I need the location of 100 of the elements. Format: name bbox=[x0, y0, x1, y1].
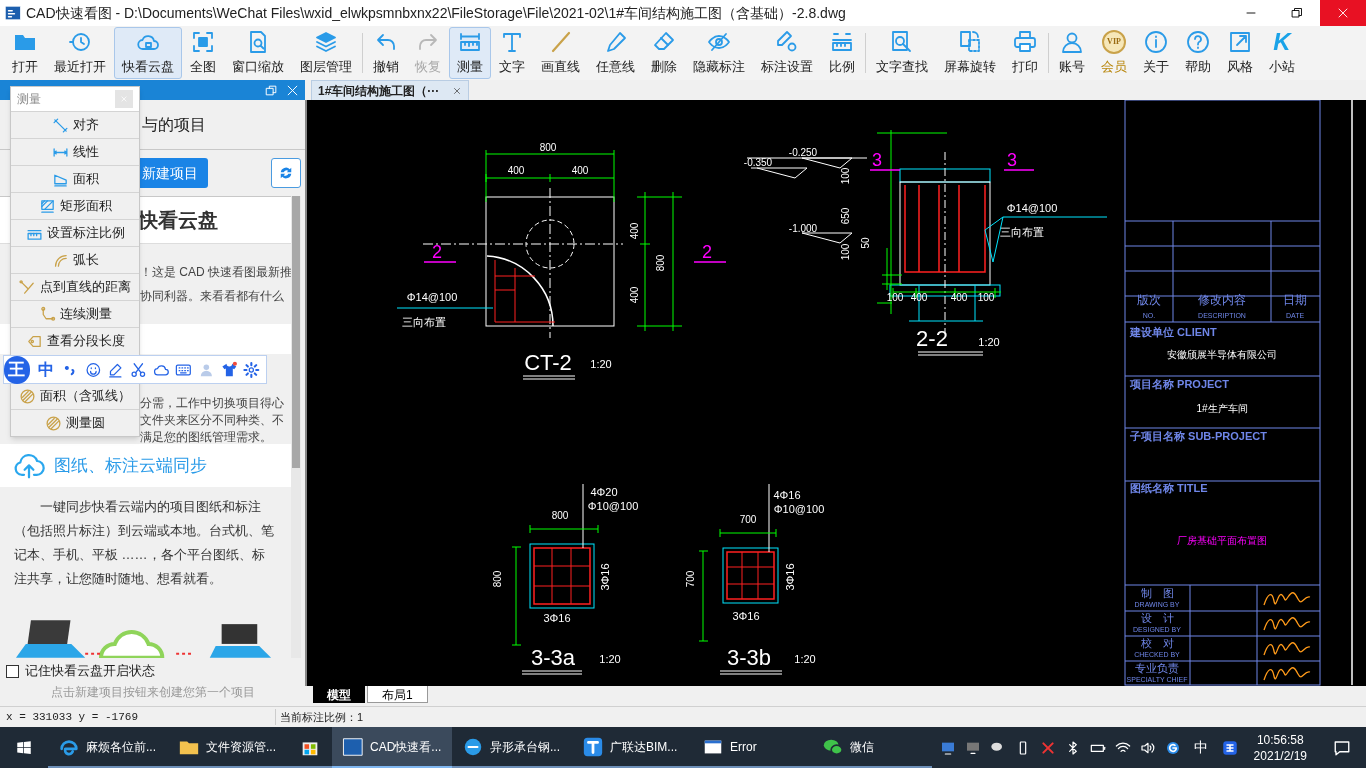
annotation-text: 三向布置 bbox=[402, 316, 446, 328]
menu-item[interactable]: 查看分段长度 bbox=[11, 327, 139, 354]
annotation-scale: 当前标注比例：1 bbox=[275, 708, 364, 726]
menu-item[interactable]: 弧长 bbox=[11, 246, 139, 273]
toolbar-button[interactable]: 打印 bbox=[1004, 27, 1046, 79]
dimension-text: 100 bbox=[886, 291, 904, 303]
scrollbar-thumb[interactable] bbox=[292, 196, 300, 468]
dimension-text: -0.350 bbox=[743, 156, 773, 168]
taskbar-button[interactable]: 麻烦各位前... bbox=[48, 727, 168, 768]
close-icon bbox=[1337, 7, 1349, 19]
toolbar-button[interactable]: K 小站 bbox=[1261, 27, 1303, 79]
hint-text: 点击新建项目按钮来创建您第一个项目 bbox=[49, 684, 256, 701]
title-block-label: 制 图 bbox=[1140, 587, 1174, 599]
signature-drawing bbox=[1263, 592, 1311, 606]
toolbar-button[interactable]: 快看云盘 bbox=[114, 27, 182, 79]
toolbar-button[interactable]: 删除 bbox=[643, 27, 685, 79]
toolbar-button[interactable]: 最近打开 bbox=[46, 27, 114, 79]
toolbar-button[interactable]: 关于 bbox=[1135, 27, 1177, 79]
menu-item[interactable]: 测量圆 bbox=[11, 409, 139, 436]
menu-item[interactable]: 设置标注比例 bbox=[11, 219, 139, 246]
restore-icon bbox=[1291, 7, 1303, 19]
point-line-icon bbox=[19, 278, 36, 296]
toolbar-button[interactable]: 风格 bbox=[1219, 27, 1261, 79]
layout-tab[interactable]: 布局1 bbox=[367, 686, 428, 703]
app-icon bbox=[582, 735, 604, 758]
input-method-icon bbox=[1220, 738, 1239, 757]
toolbar-button[interactable]: 撤销 bbox=[365, 27, 407, 79]
document-tab[interactable]: 1#车间结构施工图（··· bbox=[311, 80, 469, 100]
toolbar-button[interactable]: 隐藏标注 bbox=[685, 27, 753, 79]
g-circle-icon bbox=[1164, 739, 1181, 756]
signature-drawing bbox=[1263, 642, 1311, 656]
title-block-label: 子项目名称 SUB-PROJECT bbox=[1130, 430, 1267, 442]
title-block-label: 修改内容 bbox=[1198, 293, 1246, 307]
toolbar-button[interactable]: VIP 会员 bbox=[1093, 27, 1135, 79]
layout-tab[interactable]: 模型 bbox=[313, 686, 365, 703]
checkbox-label: 记住快看云盘开启状态 bbox=[25, 662, 155, 681]
view-title: 2-2 bbox=[916, 325, 948, 351]
toolbar-button[interactable]: 全图 bbox=[182, 27, 224, 79]
view-title: CT-2 bbox=[524, 349, 572, 375]
sync-button[interactable] bbox=[271, 158, 301, 188]
text-search-icon bbox=[890, 29, 914, 54]
dimension-text: 400 bbox=[507, 164, 525, 176]
toolbar-button[interactable]: 窗口缩放 bbox=[224, 27, 292, 79]
rect-area-icon bbox=[38, 197, 56, 215]
toolbar-button[interactable]: 文字查找 bbox=[868, 27, 936, 79]
signature-drawing bbox=[1263, 617, 1311, 631]
site-logo-icon: K bbox=[1273, 29, 1291, 54]
close-button[interactable] bbox=[286, 83, 299, 97]
toolbar-button[interactable]: 任意线 bbox=[588, 27, 643, 79]
align-dimension-icon bbox=[51, 116, 69, 134]
menu-item[interactable]: 连续测量 bbox=[11, 300, 139, 327]
annotation-text: 3Φ16 bbox=[543, 612, 571, 624]
toolbar-button[interactable]: 帮助 bbox=[1177, 27, 1219, 79]
menu-item[interactable]: 点到直线的距离 bbox=[11, 273, 139, 300]
feature-text: 文件夹来区分不同种类、不 bbox=[140, 413, 285, 427]
taskbar-button[interactable]: 异形承台钢... bbox=[452, 727, 572, 768]
dimension-text: -1.000 bbox=[788, 222, 818, 234]
menu-item[interactable]: 矩形面积 bbox=[11, 192, 139, 219]
toolbar-button[interactable]: 画直线 bbox=[533, 27, 588, 79]
clock[interactable]: 10:56:58 2021/2/19 bbox=[1247, 731, 1313, 764]
layers-icon bbox=[314, 29, 338, 54]
menu-item[interactable]: 线性 bbox=[11, 138, 139, 165]
taskbar-button[interactable]: 广联达BIM... bbox=[572, 727, 692, 768]
signature-drawing bbox=[1263, 667, 1311, 681]
intro-text: ！这是 CAD 快速看图最新推 bbox=[140, 264, 291, 281]
toolbar-button[interactable]: 测量 bbox=[449, 27, 491, 79]
scissors-icon bbox=[129, 360, 147, 379]
scrollbar[interactable] bbox=[291, 196, 301, 658]
toolbar-button[interactable]: 屏幕旋转 bbox=[936, 27, 1004, 79]
title-block-label: 项目名称 PROJECT bbox=[1130, 378, 1229, 390]
annotation-text: 三向布置 bbox=[1000, 226, 1044, 238]
view-title: 3-3b bbox=[727, 644, 771, 670]
language-mode-button[interactable]: 中 bbox=[35, 357, 56, 382]
annotation-text: Φ14@100 bbox=[406, 291, 458, 303]
input-language-button[interactable]: 中 bbox=[1189, 737, 1212, 758]
toolbar-button[interactable]: 账号 bbox=[1051, 27, 1093, 79]
annotation-text: 1:20 bbox=[599, 653, 621, 665]
settings-icon bbox=[243, 360, 260, 379]
info-icon bbox=[1144, 29, 1168, 54]
toolbar-button[interactable]: 比例 bbox=[821, 27, 863, 79]
menu-title: 测量 bbox=[17, 91, 41, 108]
cursor-coordinates: x = 331033 y = -1769 bbox=[5, 709, 140, 725]
toolbar-button[interactable]: 图层管理 bbox=[292, 27, 360, 79]
taskbar-button[interactable]: Error bbox=[692, 727, 812, 768]
printer-icon bbox=[1013, 29, 1037, 54]
float-button[interactable] bbox=[265, 83, 278, 97]
dimension-text: 400 bbox=[950, 291, 968, 303]
taskbar-button[interactable]: 文件资源管... bbox=[168, 727, 288, 768]
menu-item[interactable]: 面积 bbox=[11, 165, 139, 192]
taskbar-button[interactable]: 微信 bbox=[812, 727, 932, 768]
toolbar-button[interactable]: 文字 bbox=[491, 27, 533, 79]
feature-text: 分需，工作中切换项目得心 bbox=[140, 396, 285, 410]
toolbar-button[interactable]: 打开 bbox=[4, 27, 46, 79]
annotation-text: Φ10@100 bbox=[587, 500, 639, 512]
taskbar-button[interactable]: CAD快速看... bbox=[332, 727, 452, 768]
toolbar-button[interactable]: 标注设置 bbox=[753, 27, 821, 79]
pen-gear-icon bbox=[775, 29, 799, 54]
dimension-text: 650 bbox=[839, 207, 851, 225]
checkbox[interactable] bbox=[6, 664, 19, 678]
menu-item[interactable]: 对齐 bbox=[11, 111, 139, 138]
